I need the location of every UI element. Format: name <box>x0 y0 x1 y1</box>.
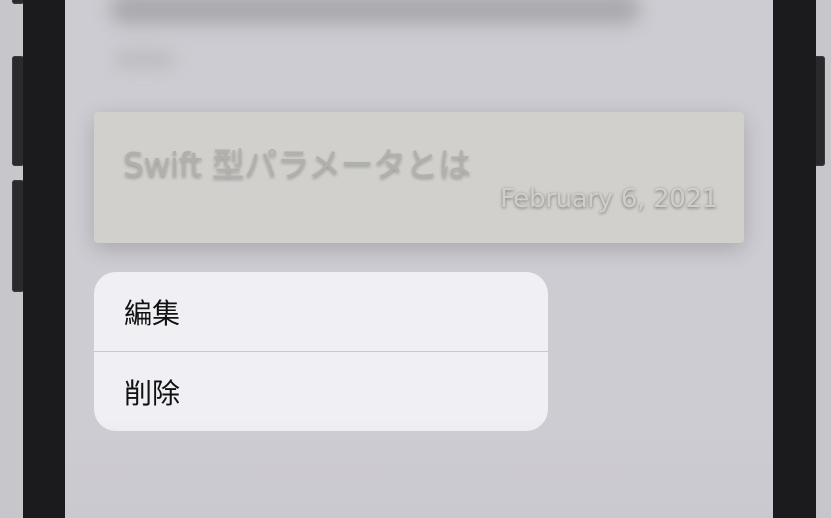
note-title: Swift 型パラメータとは <box>123 145 471 184</box>
note-preview-card: Swift 型パラメータとは February 6, 2021 <box>94 112 744 243</box>
menu-item-edit[interactable]: 編集 <box>94 272 548 351</box>
menu-item-delete-label: 削除 <box>124 376 181 410</box>
context-menu: 編集 削除 <box>94 272 548 431</box>
note-date: February 6, 2021 <box>500 184 718 214</box>
menu-item-edit-label: 編集 <box>124 296 181 330</box>
blurred-background-header <box>110 0 640 24</box>
phone-screen: Swift 型パラメータとは February 6, 2021 編集 削除 <box>65 0 773 518</box>
blurred-background-element <box>115 50 175 68</box>
stage: Swift 型パラメータとは February 6, 2021 編集 削除 <box>0 0 831 518</box>
screen-bottom-shade <box>65 420 773 518</box>
